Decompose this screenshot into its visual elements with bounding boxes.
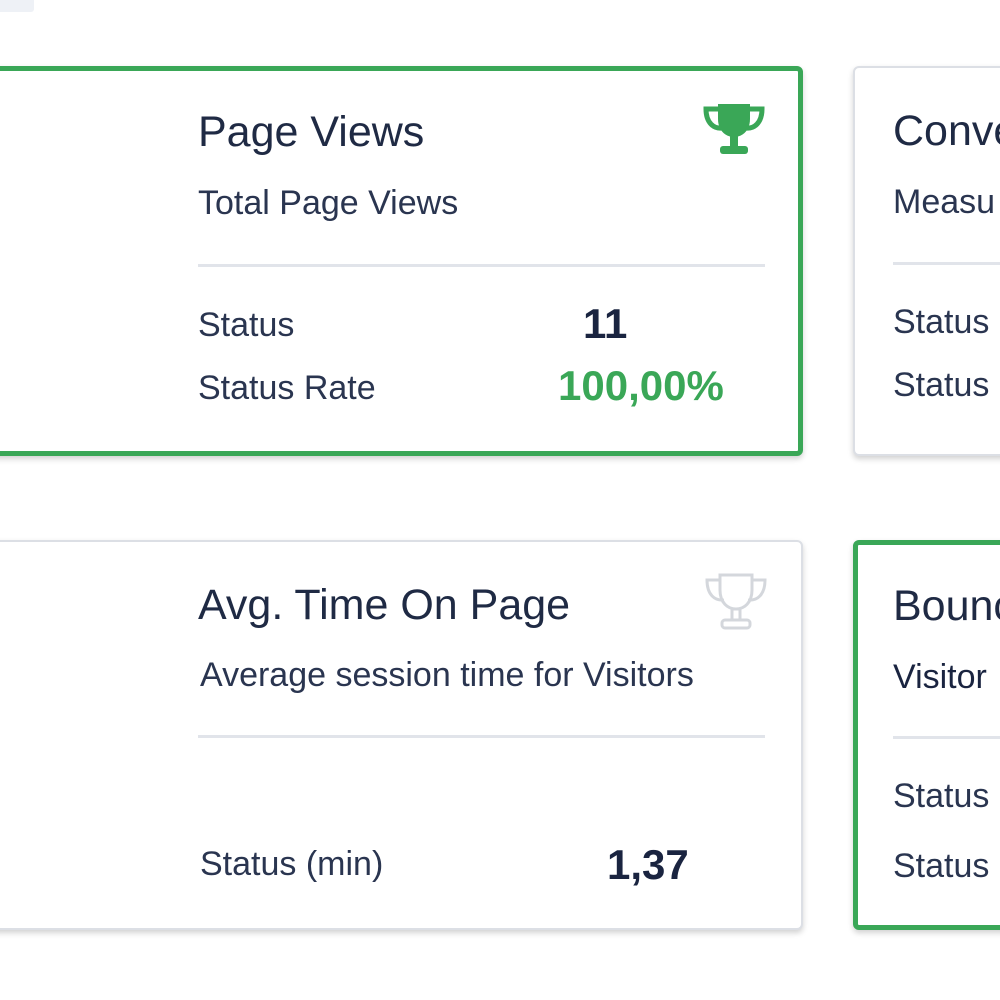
card-divider (893, 262, 1000, 265)
card-title: Conve (893, 107, 1000, 155)
trophy-outline-icon (702, 571, 770, 633)
status-label: Status (893, 777, 990, 815)
card-subtitle: Measu (893, 183, 996, 221)
status-value: 1,37 (607, 841, 689, 888)
card-subtitle: Total Page Views (198, 184, 459, 222)
status-label: Status (min) (200, 845, 384, 883)
avg-time-card[interactable]: Avg. Time On Page Average session time f… (0, 540, 803, 930)
status-rate-label: Status (893, 366, 990, 404)
trophy-icon (702, 101, 766, 159)
bounce-card[interactable]: Bounc Visitor Status Status (853, 540, 1000, 930)
card-subtitle: Visitor (893, 658, 987, 696)
status-rate-value: 100,00% (558, 362, 724, 409)
status-label: Status (198, 306, 295, 344)
status-rate-label: Status (893, 847, 990, 885)
status-value: 11 (583, 300, 628, 347)
card-divider (893, 736, 1000, 739)
card-title: Avg. Time On Page (198, 581, 571, 629)
page-views-card[interactable]: Page Views Total Page Views Status 11 St… (0, 66, 803, 456)
status-rate-label: Status Rate (198, 369, 376, 407)
dashboard-page: Page Views Total Page Views Status 11 St… (0, 0, 1000, 1000)
card-title: Page Views (198, 108, 425, 156)
conversions-card[interactable]: Conve Measu Status Status (853, 66, 1000, 456)
status-label: Status (893, 303, 990, 341)
card-subtitle: Average session time for Visitors (200, 656, 694, 694)
header-fragment (0, 0, 34, 12)
card-title: Bounc (893, 582, 1000, 630)
card-divider (198, 264, 765, 267)
card-divider (198, 735, 765, 738)
